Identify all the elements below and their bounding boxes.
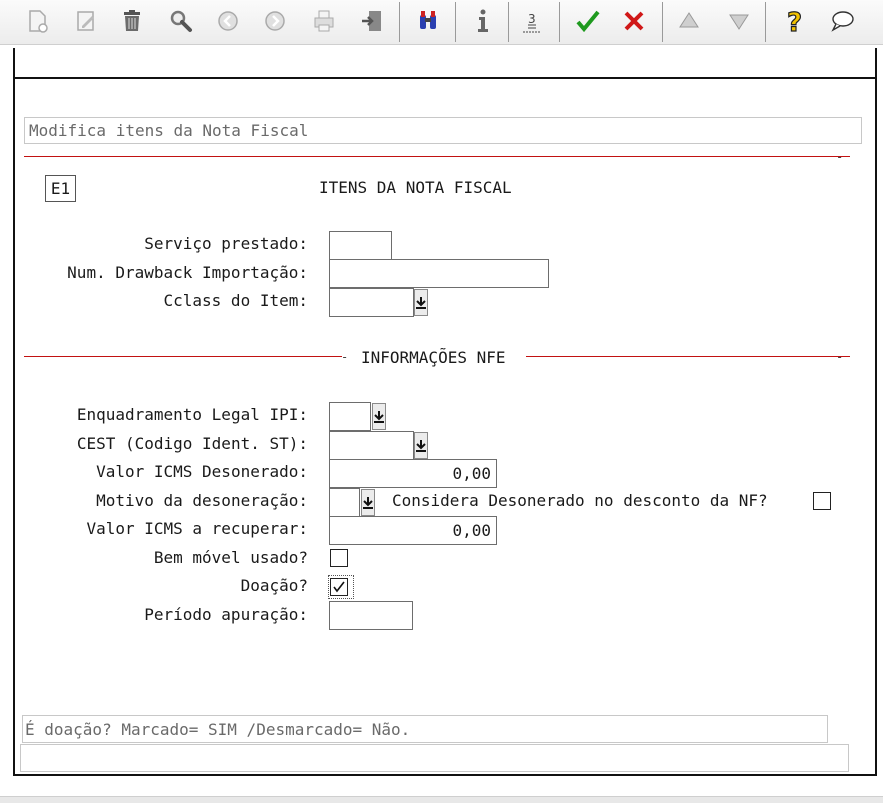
periodo-apuracao-input[interactable]	[329, 601, 413, 630]
doacao-label: Doação?	[240, 576, 308, 595]
num-drawback-label: Num. Drawback Importação:	[67, 263, 308, 282]
cclass-item-dropdown-button[interactable]	[414, 289, 428, 316]
valor-icms-desonerado-input[interactable]: 0,00	[329, 459, 497, 488]
enquadramento-ipi-dropdown-button[interactable]	[372, 403, 386, 430]
periodo-apuracao-label: Período apuração:	[144, 605, 308, 624]
cancel-icon[interactable]	[616, 3, 652, 39]
help-text-field: É doação? Marcado= SIM /Desmarcado= Não.	[22, 715, 828, 743]
enquadramento-ipi-label: Enquadramento Legal IPI:	[76, 405, 308, 424]
cest-label: CEST (Codigo Ident. ST):	[76, 434, 308, 453]
form-heading: ITENS DA NOTA FISCAL	[319, 178, 512, 197]
search-icon[interactable]	[163, 3, 199, 39]
servico-prestado-label: Serviço prestado:	[144, 234, 308, 253]
checkmark-icon	[333, 581, 345, 593]
edit-icon[interactable]	[68, 3, 104, 39]
arrow-down-icon	[416, 296, 426, 309]
cclass-item-select[interactable]	[329, 288, 414, 317]
num-drawback-input[interactable]	[329, 259, 549, 288]
toolbar: 3 ?	[0, 0, 883, 45]
arrow-down-icon	[363, 496, 373, 509]
svg-text:?: ?	[787, 8, 802, 35]
help-text: É doação? Marcado= SIM /Desmarcado= Não.	[25, 720, 411, 739]
title-hint-field: Modifica itens da Nota Fiscal	[24, 117, 862, 144]
bem-movel-usado-checkbox[interactable]	[330, 549, 348, 567]
status-bar	[20, 744, 849, 772]
help-icon[interactable]: ?	[777, 3, 813, 39]
confirm-icon[interactable]	[570, 3, 606, 39]
motivo-desoneracao-label: Motivo da desoneração:	[96, 491, 308, 510]
valor-icms-desonerado-label: Valor ICMS Desonerado:	[96, 462, 308, 481]
section-nfe-title: INFORMAÇÕES NFE	[361, 348, 506, 367]
prev-icon[interactable]	[210, 3, 246, 39]
down-icon[interactable]	[721, 3, 757, 39]
title-hint-text: Modifica itens da Nota Fiscal	[29, 121, 309, 140]
divider-top	[24, 156, 850, 157]
arrow-down-icon	[416, 439, 426, 452]
servico-prestado-input[interactable]	[329, 231, 392, 260]
print-icon[interactable]	[306, 3, 342, 39]
motivo-desoneracao-select[interactable]	[329, 488, 360, 517]
cest-select[interactable]	[329, 431, 414, 460]
enquadramento-ipi-select[interactable]	[329, 402, 371, 431]
exit-icon[interactable]	[355, 3, 391, 39]
motivo-desoneracao-dropdown-button[interactable]	[361, 489, 375, 516]
up-icon[interactable]	[671, 3, 707, 39]
trash-icon[interactable]	[114, 3, 150, 39]
comment-icon[interactable]	[824, 3, 860, 39]
code-box: E1	[45, 175, 76, 202]
next-icon[interactable]	[257, 3, 293, 39]
bem-movel-usado-label: Bem móvel usado?	[153, 548, 308, 567]
considera-desonerado-checkbox[interactable]	[813, 492, 831, 510]
svg-text:3: 3	[528, 12, 536, 26]
considera-desonerado-label: Considera Desonerado no desconto da NF?	[392, 491, 768, 510]
info-icon[interactable]	[465, 3, 501, 39]
numbered-list-icon[interactable]: 3	[514, 3, 550, 39]
valor-icms-recuperar-label: Valor ICMS a recuperar:	[86, 519, 308, 538]
valor-icms-recuperar-input[interactable]: 0,00	[329, 516, 497, 545]
binoculars-icon[interactable]	[410, 3, 446, 39]
cclass-item-label: Cclass do Item:	[163, 291, 309, 310]
arrow-down-icon	[374, 410, 384, 423]
new-doc-icon[interactable]	[19, 3, 55, 39]
cest-dropdown-button[interactable]	[414, 432, 428, 459]
doacao-checkbox[interactable]	[330, 578, 348, 596]
